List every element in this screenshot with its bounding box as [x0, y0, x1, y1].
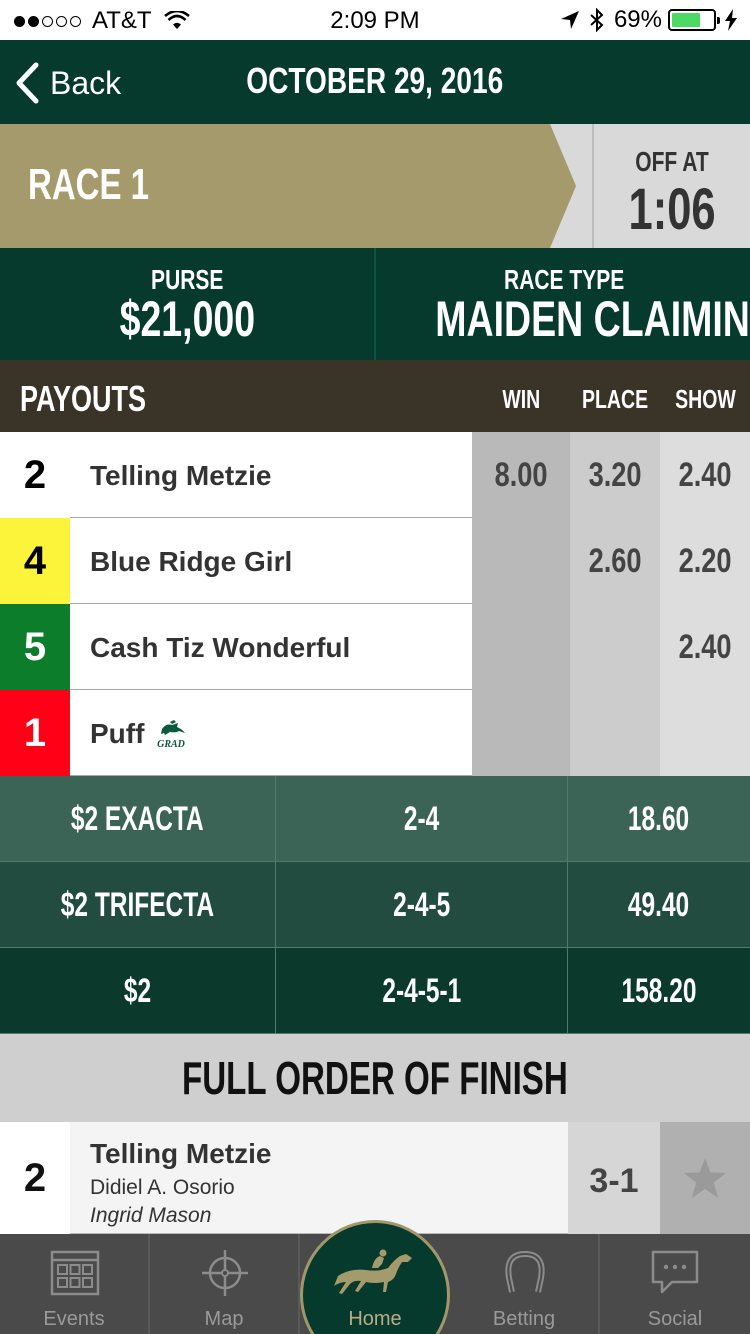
exotic-payout: 49.40	[628, 886, 690, 924]
column-place: PLACE	[581, 384, 649, 414]
exotic-row: $2 EXACTA 2-4 18.60	[0, 776, 750, 862]
exotic-payouts: $2 EXACTA 2-4 18.60 $2 TRIFECTA 2-4-5 49…	[0, 776, 750, 1096]
exotic-combination: 2-4-5-1	[276, 948, 568, 1034]
exotic-bet-type: $2 TRIFECTA	[0, 862, 276, 948]
crosshair-icon	[202, 1250, 248, 1296]
program-number: 1	[0, 690, 70, 776]
place-payout	[570, 604, 660, 690]
status-bar: AT&T 2:09 PM 69%	[0, 0, 750, 40]
place-payout: 2.60	[570, 518, 660, 604]
race-type-value: MAIDEN CLAIMING	[435, 291, 750, 347]
win-payout	[472, 690, 570, 776]
program-number: 4	[0, 518, 70, 604]
place-payout: 3.20	[570, 432, 660, 518]
win-payout: 8.00	[472, 432, 570, 518]
purse-value: $21,000	[119, 291, 255, 347]
horse-name: Puff GRAD	[90, 718, 190, 750]
tab-label: Map	[204, 1308, 244, 1330]
payout-row[interactable]: 5 Cash Tiz Wonderful 2.40	[0, 604, 750, 690]
column-win: WIN	[502, 384, 540, 414]
race-info-bar: PURSE $21,000 RACE TYPE MAIDEN CLAIMING	[0, 248, 750, 360]
favorite-button[interactable]	[660, 1122, 750, 1234]
exotic-bet-type: $2 EXACTA	[0, 776, 276, 862]
tab-label: Events	[43, 1308, 105, 1330]
nav-bar: Back OCTOBER 29, 2016	[0, 40, 750, 124]
horse-name: Cash Tiz Wonderful	[90, 632, 351, 663]
win-payout	[472, 518, 570, 604]
tab-label: Home	[348, 1308, 402, 1330]
payouts-title: PAYOUTS	[20, 378, 147, 419]
status-right: 69%	[560, 6, 738, 34]
column-show: SHOW	[674, 384, 736, 414]
page-title: OCTOBER 29, 2016	[246, 60, 504, 101]
horse-jockey-icon	[334, 1249, 412, 1294]
finish-row[interactable]: 2 Telling Metzie Didiel A. Osorio Ingrid…	[0, 1122, 750, 1234]
off-at-label: OFF AT	[635, 146, 709, 177]
star-icon	[684, 1158, 726, 1198]
exotic-payout: 18.60	[628, 800, 690, 838]
jockey-name: Didiel A. Osorio	[90, 1176, 235, 1199]
odds: 3-1	[568, 1122, 660, 1234]
win-payout	[472, 604, 570, 690]
show-payout: 2.40	[660, 604, 750, 690]
payout-row[interactable]: 2 Telling Metzie 8.00 3.20 2.40	[0, 432, 750, 518]
program-number: 5	[0, 604, 70, 690]
trainer-name: Ingrid Mason	[90, 1204, 212, 1227]
payout-row[interactable]: 1 Puff GRAD	[0, 690, 750, 776]
grad-badge-icon: GRAD	[158, 720, 186, 749]
race-header: RACE 1 OFF AT 1:06	[0, 124, 750, 248]
chat-bubble-icon	[651, 1250, 699, 1294]
full-order-header: FULL ORDER OF FINISH	[0, 1034, 750, 1122]
off-at-time: 1:06	[628, 177, 716, 242]
show-payout: 2.40	[660, 432, 750, 518]
exotic-combination: 2-4-5	[276, 862, 568, 948]
battery-icon	[668, 9, 720, 31]
exotic-row: $2 SUPERFECTA 2-4-5-1 158.20	[0, 948, 750, 1096]
tab-map[interactable]: Map	[150, 1234, 300, 1334]
horse-name: Telling Metzie	[90, 1138, 272, 1169]
charging-bolt-icon	[725, 9, 737, 31]
off-at-panel: OFF AT 1:06	[592, 124, 750, 248]
bluetooth-icon	[590, 8, 604, 32]
purse-block: PURSE $21,000	[0, 248, 376, 360]
battery-percent: 69%	[613, 6, 662, 33]
show-payout: 2.20	[660, 518, 750, 604]
calendar-grid-icon	[50, 1250, 100, 1296]
program-number: 2	[0, 432, 70, 518]
finish-position: 2	[0, 1122, 70, 1234]
tab-label: Social	[647, 1308, 703, 1330]
show-payout	[660, 690, 750, 776]
exotic-bet-type: $2 SUPERFECTA	[0, 948, 276, 1096]
tab-label: Betting	[492, 1308, 556, 1330]
exotic-payout: 158.20	[621, 972, 697, 1010]
payouts-table: 2 Telling Metzie 8.00 3.20 2.40 4 Blue R…	[0, 432, 750, 776]
horse-name: Blue Ridge Girl	[90, 546, 293, 577]
tab-events[interactable]: Events	[0, 1234, 150, 1334]
race-type-block: RACE TYPE MAIDEN CLAIMING	[378, 248, 750, 360]
payouts-header: PAYOUTS WIN PLACE SHOW	[0, 360, 750, 432]
horse-name: Telling Metzie	[90, 460, 272, 491]
horseshoe-icon	[505, 1250, 545, 1293]
race-name: RACE 1	[28, 160, 150, 209]
exotic-combination: 2-4	[276, 776, 568, 862]
tab-social[interactable]: Social	[600, 1234, 750, 1334]
place-payout	[570, 690, 660, 776]
exotic-row: $2 TRIFECTA 2-4-5 49.40	[0, 862, 750, 948]
svg-text:GRAD: GRAD	[158, 739, 186, 749]
location-arrow-icon	[560, 11, 579, 29]
tab-betting[interactable]: Betting	[450, 1234, 600, 1334]
payout-row[interactable]: 4 Blue Ridge Girl 2.60 2.20	[0, 518, 750, 604]
